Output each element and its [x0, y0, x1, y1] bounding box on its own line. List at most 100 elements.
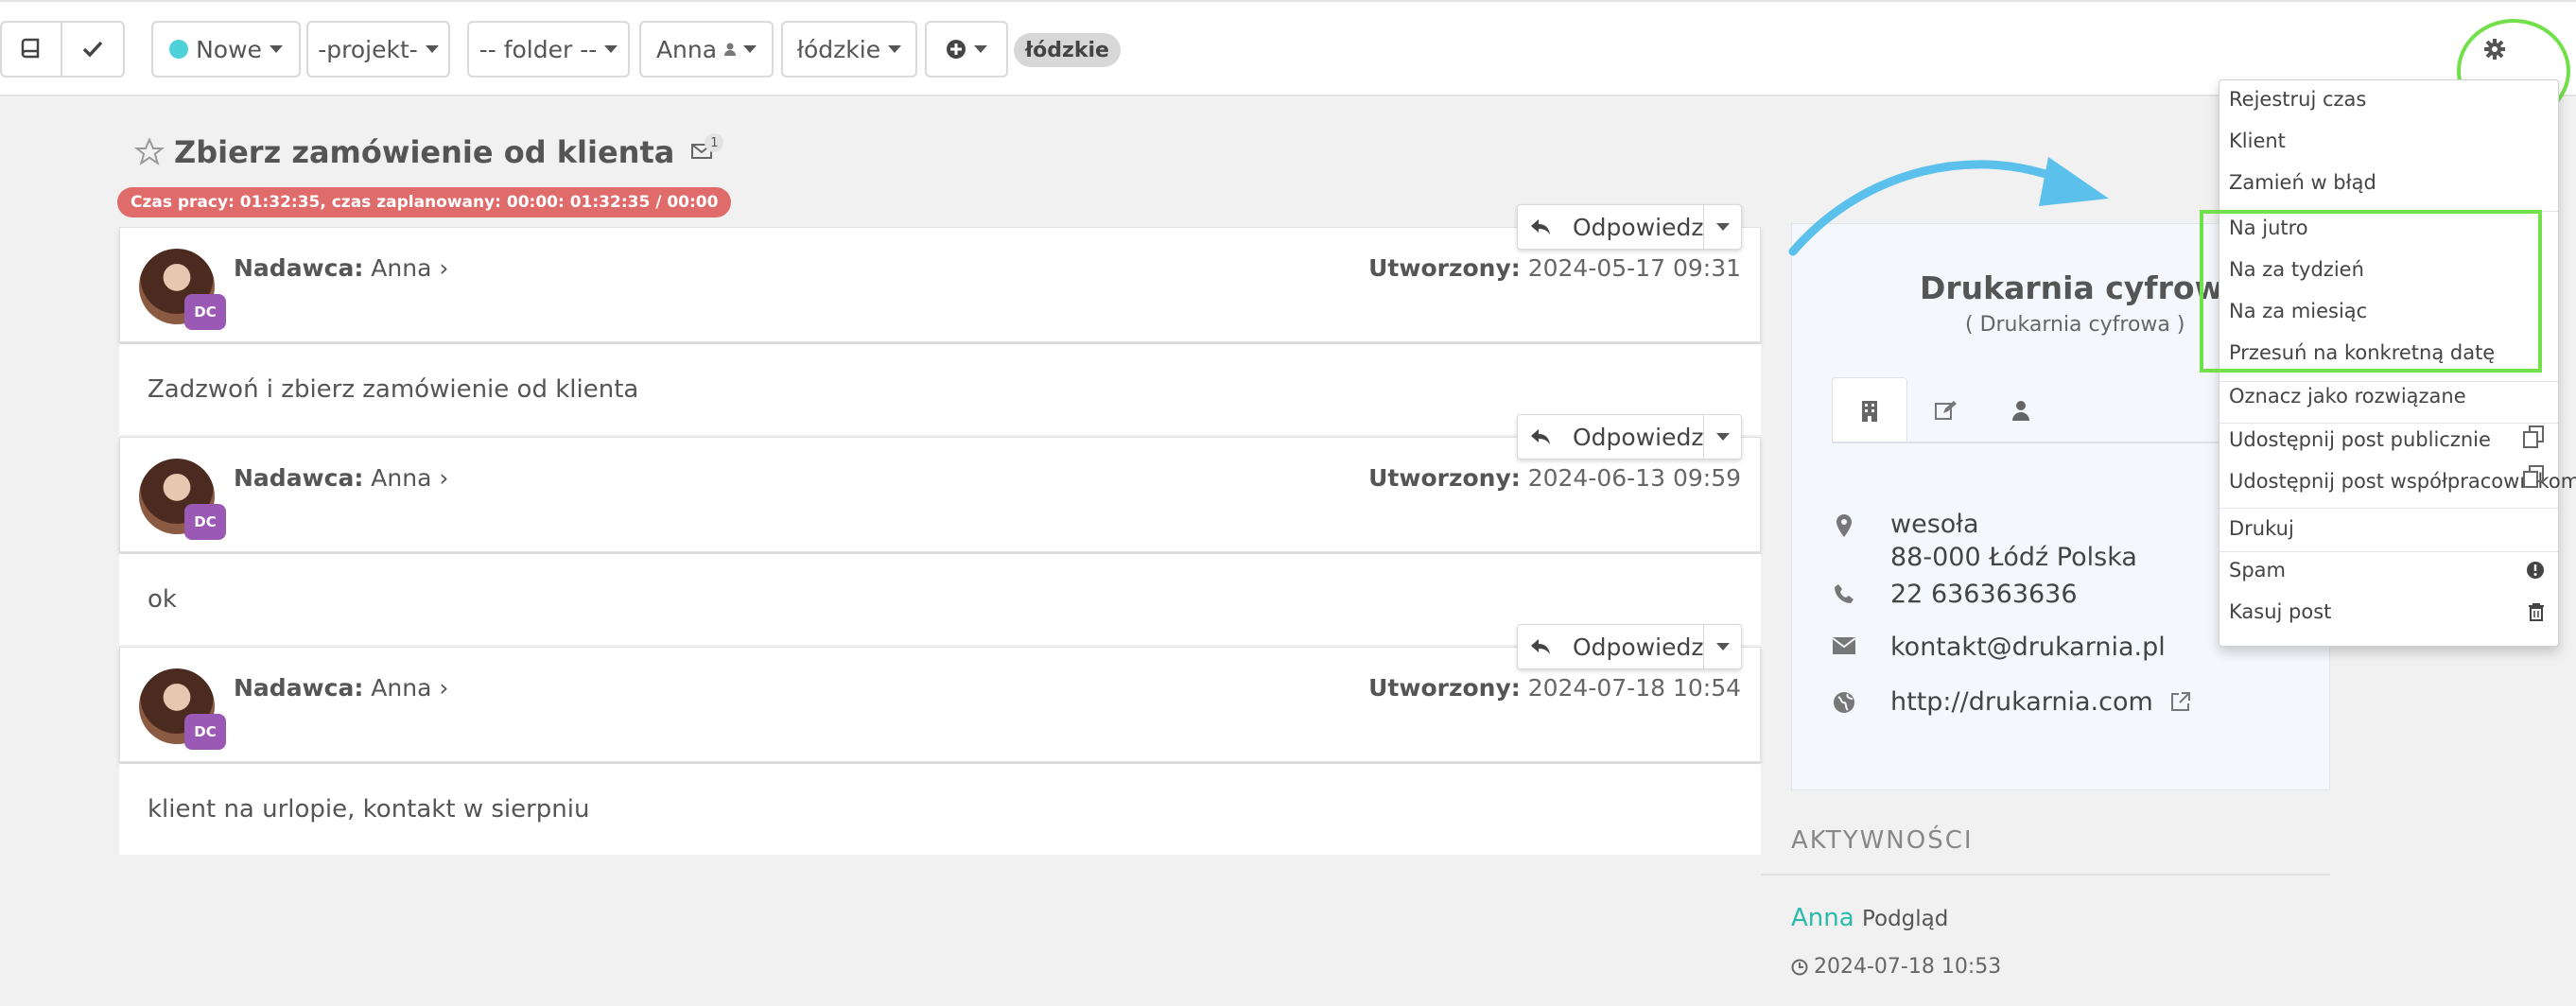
menu-item-spam[interactable]: Spam [2229, 559, 2286, 581]
user-icon [2012, 401, 2029, 421]
activities-title: AKTYWNOŚCI [1791, 826, 1974, 855]
activity-time: 2024-07-18 10:53 [1791, 955, 2001, 979]
reply-button-group: Odpowiedz [1517, 204, 1742, 250]
copy-icon [2523, 465, 2544, 488]
created-date: Utworzony: 2024-05-17 09:31 [1368, 254, 1741, 282]
reply-icon [1531, 429, 1550, 444]
avatar-badge: DC [184, 714, 226, 750]
message-header: DC Nadawca: Anna › Utworzony: 2024-06-13… [119, 437, 1761, 552]
sender-name: Anna [371, 674, 432, 702]
user-icon [724, 43, 737, 56]
reply-button[interactable]: Odpowiedz [1518, 625, 1705, 668]
reply-button[interactable]: Odpowiedz [1518, 415, 1705, 459]
exclamation-circle-icon [2527, 562, 2544, 579]
map-marker-icon [1836, 514, 1852, 537]
menu-item-delete-post[interactable]: Kasuj post [2229, 600, 2331, 623]
email-value[interactable]: kontakt@drukarnia.pl [1890, 633, 2166, 662]
folder-dropdown[interactable]: -- folder -- [467, 21, 630, 78]
project-dropdown[interactable]: -projekt- [306, 21, 450, 78]
user-dropdown[interactable]: Anna [639, 21, 774, 78]
menu-item-mark-resolved[interactable]: Oznacz jako rozwiązane [2229, 385, 2466, 408]
tab-edit[interactable] [1907, 377, 1983, 443]
tab-company[interactable] [1832, 377, 1907, 443]
status-dot [169, 40, 189, 59]
chevron-right-icon: › [439, 254, 449, 282]
envelope-icon [1832, 637, 1856, 654]
star-icon[interactable] [134, 137, 165, 167]
check-button[interactable] [61, 21, 125, 78]
message-header: DC Nadawca: Anna › Utworzony: 2024-05-17… [119, 227, 1761, 342]
building-icon [1862, 400, 1877, 422]
chevron-down-icon [743, 45, 757, 53]
website-value[interactable]: http://drukarnia.com [1890, 687, 2153, 717]
region-dropdown[interactable]: łódzkie [781, 21, 917, 78]
sender-label: Nadawca: [234, 674, 364, 702]
reply-button-group: Odpowiedz [1517, 414, 1742, 460]
menu-divider [2219, 381, 2558, 382]
menu-item-share-public[interactable]: Udostępnij post publicznie [2229, 428, 2491, 451]
mail-indicator[interactable]: 1 [691, 133, 724, 164]
post-header: Zbierz zamówienie od klienta 1 [134, 133, 724, 170]
highlight-box [2200, 210, 2542, 373]
activity-entry: Anna Podgląd [1791, 904, 1948, 932]
created-label: Utworzony: [1368, 254, 1521, 282]
reply-dropdown-toggle[interactable] [1704, 433, 1741, 441]
sender[interactable]: Nadawca: Anna › [234, 674, 448, 702]
address-street: wesoła [1890, 510, 1979, 539]
copy-icon [2523, 425, 2544, 448]
menu-item-client[interactable]: Klient [2229, 130, 2286, 152]
client-phone: 22 636363636 [1830, 580, 2078, 609]
menu-item-convert-bug[interactable]: Zamień w błąd [2229, 171, 2376, 194]
clock-icon [1791, 959, 1808, 975]
sender[interactable]: Nadawca: Anna › [234, 464, 448, 492]
user-label: Anna [655, 35, 718, 63]
chevron-down-icon [974, 45, 987, 53]
activity-time-value: 2024-07-18 10:53 [1814, 955, 2002, 979]
mail-count-badge: 1 [705, 133, 724, 152]
chevron-down-icon [425, 45, 439, 53]
message-body: klient na urlopie, kontakt w sierpniu [119, 764, 1761, 855]
chevron-right-icon: › [439, 674, 449, 702]
reply-label: Odpowiedz [1573, 633, 1704, 661]
tag-badge[interactable]: łódzkie [1014, 33, 1121, 67]
created-value: 2024-07-18 10:54 [1527, 674, 1741, 702]
menu-item-print[interactable]: Drukuj [2229, 517, 2294, 540]
chevron-down-icon [269, 45, 283, 53]
reply-label: Odpowiedz [1573, 423, 1704, 451]
created-value: 2024-05-17 09:31 [1527, 254, 1741, 282]
reply-dropdown-toggle[interactable] [1704, 643, 1741, 650]
tab-person[interactable] [1983, 377, 2059, 443]
activity-user[interactable]: Anna [1791, 904, 1854, 932]
worktime-badge: Czas pracy: 01:32:35, czas zaplanowany: … [117, 187, 732, 217]
chevron-down-icon [1715, 643, 1730, 650]
client-name[interactable]: Drukarnia cyfrowa [1920, 269, 2244, 306]
created-label: Utworzony: [1368, 674, 1521, 702]
external-link-icon[interactable] [2170, 691, 2191, 712]
status-label: Nowe [196, 35, 262, 63]
status-dropdown[interactable]: Nowe [151, 21, 301, 78]
sender[interactable]: Nadawca: Anna › [234, 254, 448, 282]
phone-value[interactable]: 22 636363636 [1890, 580, 2078, 609]
menu-divider [2219, 508, 2558, 509]
menu-item-register-time[interactable]: Rejestruj czas [2229, 88, 2366, 111]
created-label: Utworzony: [1368, 464, 1521, 492]
reply-label: Odpowiedz [1573, 213, 1704, 241]
reply-button[interactable]: Odpowiedz [1518, 205, 1705, 249]
chevron-down-icon [888, 45, 902, 53]
sender-name: Anna [371, 464, 432, 492]
avatar-badge: DC [184, 294, 226, 330]
project-label: -projekt- [318, 35, 418, 63]
add-dropdown[interactable] [925, 21, 1008, 78]
chevron-down-icon [1715, 223, 1730, 231]
book-button[interactable] [0, 21, 62, 78]
annotation-arrow [1788, 157, 2109, 256]
toolbar: Nowe -projekt- -- folder -- Anna łódzkie… [0, 0, 2576, 96]
chevron-down-icon [604, 45, 618, 53]
reply-dropdown-toggle[interactable] [1704, 223, 1741, 231]
client-email: kontakt@drukarnia.pl [1830, 633, 2166, 662]
message-body: Zadzwoń i zbierz zamówienie od klienta [119, 344, 1761, 435]
page-title: Zbierz zamówienie od klienta [174, 134, 675, 170]
created-value: 2024-06-13 09:59 [1527, 464, 1741, 492]
globe-icon [1834, 692, 1854, 713]
avatar-badge: DC [184, 504, 226, 540]
